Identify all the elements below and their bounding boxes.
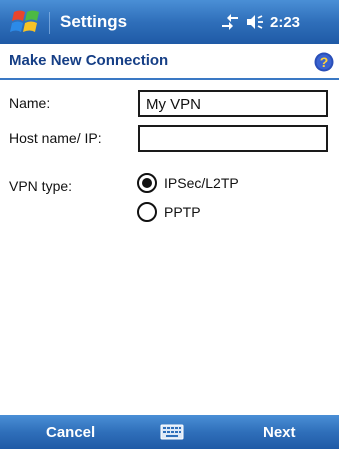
name-field[interactable]: My VPN xyxy=(138,90,328,117)
keyboard-icon[interactable] xyxy=(160,422,184,442)
vpn-type-label: VPN type: xyxy=(9,178,73,194)
page-header: Make New Connection ? xyxy=(0,44,339,80)
page-title: Make New Connection xyxy=(9,52,169,69)
host-field[interactable] xyxy=(138,125,328,152)
help-icon[interactable]: ? xyxy=(314,52,334,72)
radio-ipsec[interactable] xyxy=(137,173,157,193)
svg-text:?: ? xyxy=(320,54,329,70)
app-title: Settings xyxy=(60,12,128,31)
host-label: Host name/ IP: xyxy=(9,130,102,146)
next-button[interactable]: Next xyxy=(263,424,296,441)
softkey-bar: Cancel Next xyxy=(0,415,339,449)
clock[interactable]: 2:23 xyxy=(270,14,300,31)
windows-start-icon[interactable] xyxy=(10,6,42,38)
name-label: Name: xyxy=(9,95,51,111)
radio-pptp-label[interactable]: PPTP xyxy=(164,204,201,220)
radio-ipsec-label[interactable]: IPSec/L2TP xyxy=(164,175,239,191)
title-separator xyxy=(49,12,50,34)
speaker-icon[interactable] xyxy=(244,13,266,31)
cancel-button[interactable]: Cancel xyxy=(46,424,95,441)
connectivity-icon[interactable] xyxy=(220,13,240,31)
radio-pptp[interactable] xyxy=(137,202,157,222)
title-bar: Settings 2:23 xyxy=(0,0,339,44)
